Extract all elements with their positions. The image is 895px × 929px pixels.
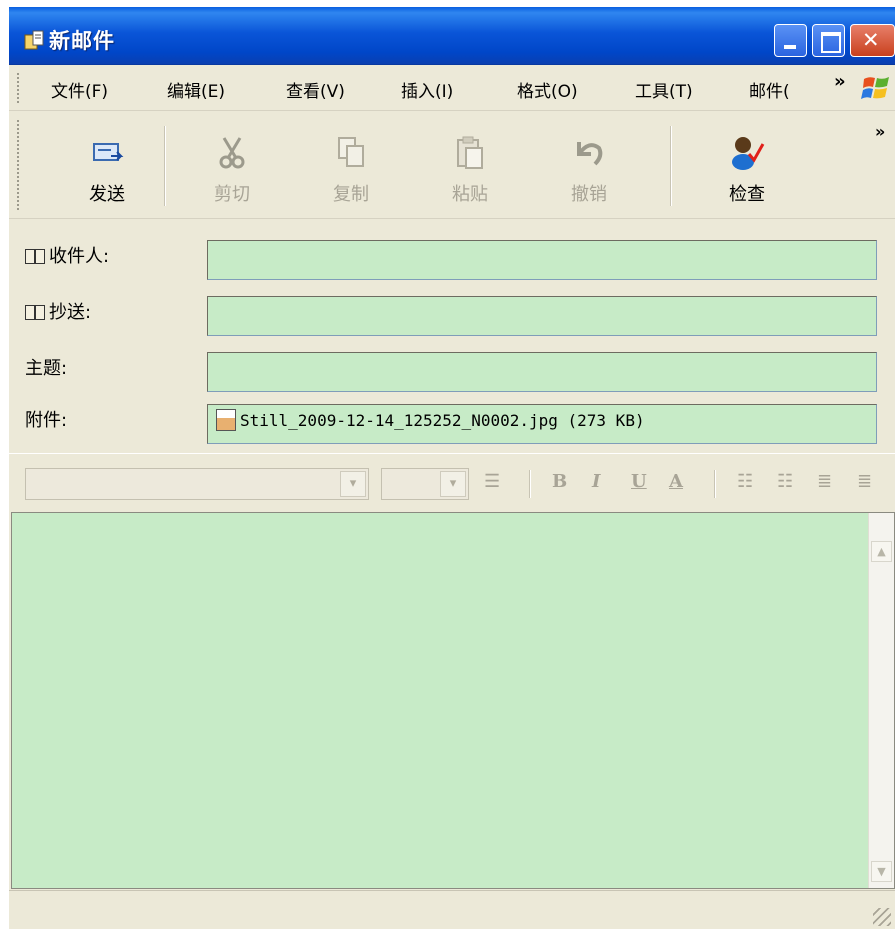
scissors-icon xyxy=(219,137,245,169)
maximize-button[interactable] xyxy=(812,24,845,57)
undo-label: 撤销 xyxy=(571,184,607,205)
paste-icon xyxy=(457,136,483,169)
increase-indent-icon[interactable]: ≣ xyxy=(857,471,872,492)
paste-label: 粘贴 xyxy=(452,184,488,205)
chevron-down-icon[interactable]: ▾ xyxy=(340,471,366,497)
menu-bar: 文件(F) 编辑(E) 查看(V) 插入(I) 格式(O) 工具(T) 邮件( … xyxy=(9,65,895,111)
vertical-scrollbar[interactable]: ▲ ▼ xyxy=(868,513,894,888)
check-names-button[interactable]: 检查 xyxy=(707,122,787,212)
decrease-indent-icon[interactable]: ≣ xyxy=(817,471,832,492)
menu-view[interactable]: 查看(V) xyxy=(286,77,345,102)
numbered-list-icon[interactable]: ☷ xyxy=(737,471,753,492)
new-mail-icon xyxy=(24,30,44,50)
subject-label: 主题: xyxy=(25,358,68,379)
to-field[interactable] xyxy=(207,240,877,280)
to-label-text: 收件人: xyxy=(49,246,110,267)
cut-label: 剪切 xyxy=(214,184,250,205)
close-button[interactable] xyxy=(850,24,895,57)
send-button[interactable]: 发送 xyxy=(67,122,147,212)
toolbar-grip[interactable] xyxy=(17,120,20,210)
menu-file[interactable]: 文件(F) xyxy=(51,77,108,102)
format-separator xyxy=(714,470,716,498)
windows-logo-icon xyxy=(861,77,889,99)
copy-icon xyxy=(338,137,364,167)
font-name-select[interactable]: ▾ xyxy=(25,468,369,500)
paragraph-style-icon[interactable]: ☰ xyxy=(484,471,500,492)
italic-button[interactable]: I xyxy=(592,471,600,492)
menu-insert[interactable]: 插入(I) xyxy=(401,77,453,102)
message-header: 收件人: 抄送: 主题: 附件: Still_2009-12-14_125252… xyxy=(9,220,895,450)
message-body[interactable]: ▲ ▼ xyxy=(11,512,895,889)
menu-message[interactable]: 邮件( xyxy=(749,77,790,102)
new-mail-window: 新邮件 文件(F) 编辑(E) 查看(V) 插入(I) 格式(O) 工具(T) … xyxy=(9,7,895,929)
scroll-up-arrow-icon[interactable]: ▲ xyxy=(871,541,892,562)
bold-button[interactable]: B xyxy=(552,471,567,492)
subject-row: 主题: xyxy=(9,346,895,392)
paste-button[interactable]: 粘贴 xyxy=(430,122,510,212)
cut-button[interactable]: 剪切 xyxy=(192,122,272,212)
cc-label-text: 抄送: xyxy=(49,302,92,323)
window-title: 新邮件 xyxy=(49,29,115,53)
image-file-icon xyxy=(216,409,236,431)
menu-tools[interactable]: 工具(T) xyxy=(635,77,693,102)
menu-overflow-chevron[interactable]: » xyxy=(834,71,846,92)
title-bar[interactable]: 新邮件 xyxy=(9,7,895,65)
attachment-item[interactable]: Still_2009-12-14_125252_N0002.jpg (273 K… xyxy=(216,409,645,431)
menu-format[interactable]: 格式(O) xyxy=(517,77,578,102)
to-label[interactable]: 收件人: xyxy=(25,242,109,268)
toolbar-separator xyxy=(670,126,672,206)
status-bar xyxy=(9,890,895,929)
copy-label: 复制 xyxy=(333,184,369,205)
bullet-list-icon[interactable]: ☷ xyxy=(777,471,793,492)
check-names-icon xyxy=(732,137,765,170)
copy-button[interactable]: 复制 xyxy=(311,122,391,212)
attachment-name: Still_2009-12-14_125252_N0002.jpg (273 K… xyxy=(240,411,645,430)
to-row: 收件人: xyxy=(9,234,895,280)
chevron-down-icon[interactable]: ▾ xyxy=(440,471,466,497)
undo-button[interactable]: 撤销 xyxy=(549,122,629,212)
format-separator xyxy=(529,470,531,498)
subject-field[interactable] xyxy=(207,352,877,392)
attach-row: 附件: Still_2009-12-14_125252_N0002.jpg (2… xyxy=(9,398,895,444)
send-icon xyxy=(93,143,124,161)
menu-edit[interactable]: 编辑(E) xyxy=(167,77,225,102)
cc-field[interactable] xyxy=(207,296,877,336)
underline-button[interactable]: U xyxy=(631,471,647,492)
attach-field[interactable]: Still_2009-12-14_125252_N0002.jpg (273 K… xyxy=(207,404,877,444)
address-book-icon[interactable] xyxy=(25,305,45,320)
check-names-label: 检查 xyxy=(729,184,765,205)
minimize-button[interactable] xyxy=(774,24,807,57)
scroll-down-arrow-icon[interactable]: ▼ xyxy=(871,861,892,882)
font-color-button[interactable]: A xyxy=(669,471,683,492)
resize-grip[interactable] xyxy=(873,908,891,926)
attach-label: 附件: xyxy=(25,410,68,431)
toolbar: 发送 剪切 复制 粘贴 撤销 检查 » xyxy=(9,112,895,219)
format-bar: ▾ ▾ ☰ B I U A ☷ ☷ ≣ ≣ xyxy=(9,453,895,511)
cc-row: 抄送: xyxy=(9,290,895,336)
toolbar-separator xyxy=(164,126,166,206)
toolbar-overflow-chevron[interactable]: » xyxy=(875,122,885,141)
cc-label[interactable]: 抄送: xyxy=(25,298,91,324)
send-label: 发送 xyxy=(89,184,125,205)
font-size-select[interactable]: ▾ xyxy=(381,468,469,500)
undo-icon xyxy=(577,142,603,166)
menu-bar-grip[interactable] xyxy=(17,73,20,103)
address-book-icon[interactable] xyxy=(25,249,45,264)
